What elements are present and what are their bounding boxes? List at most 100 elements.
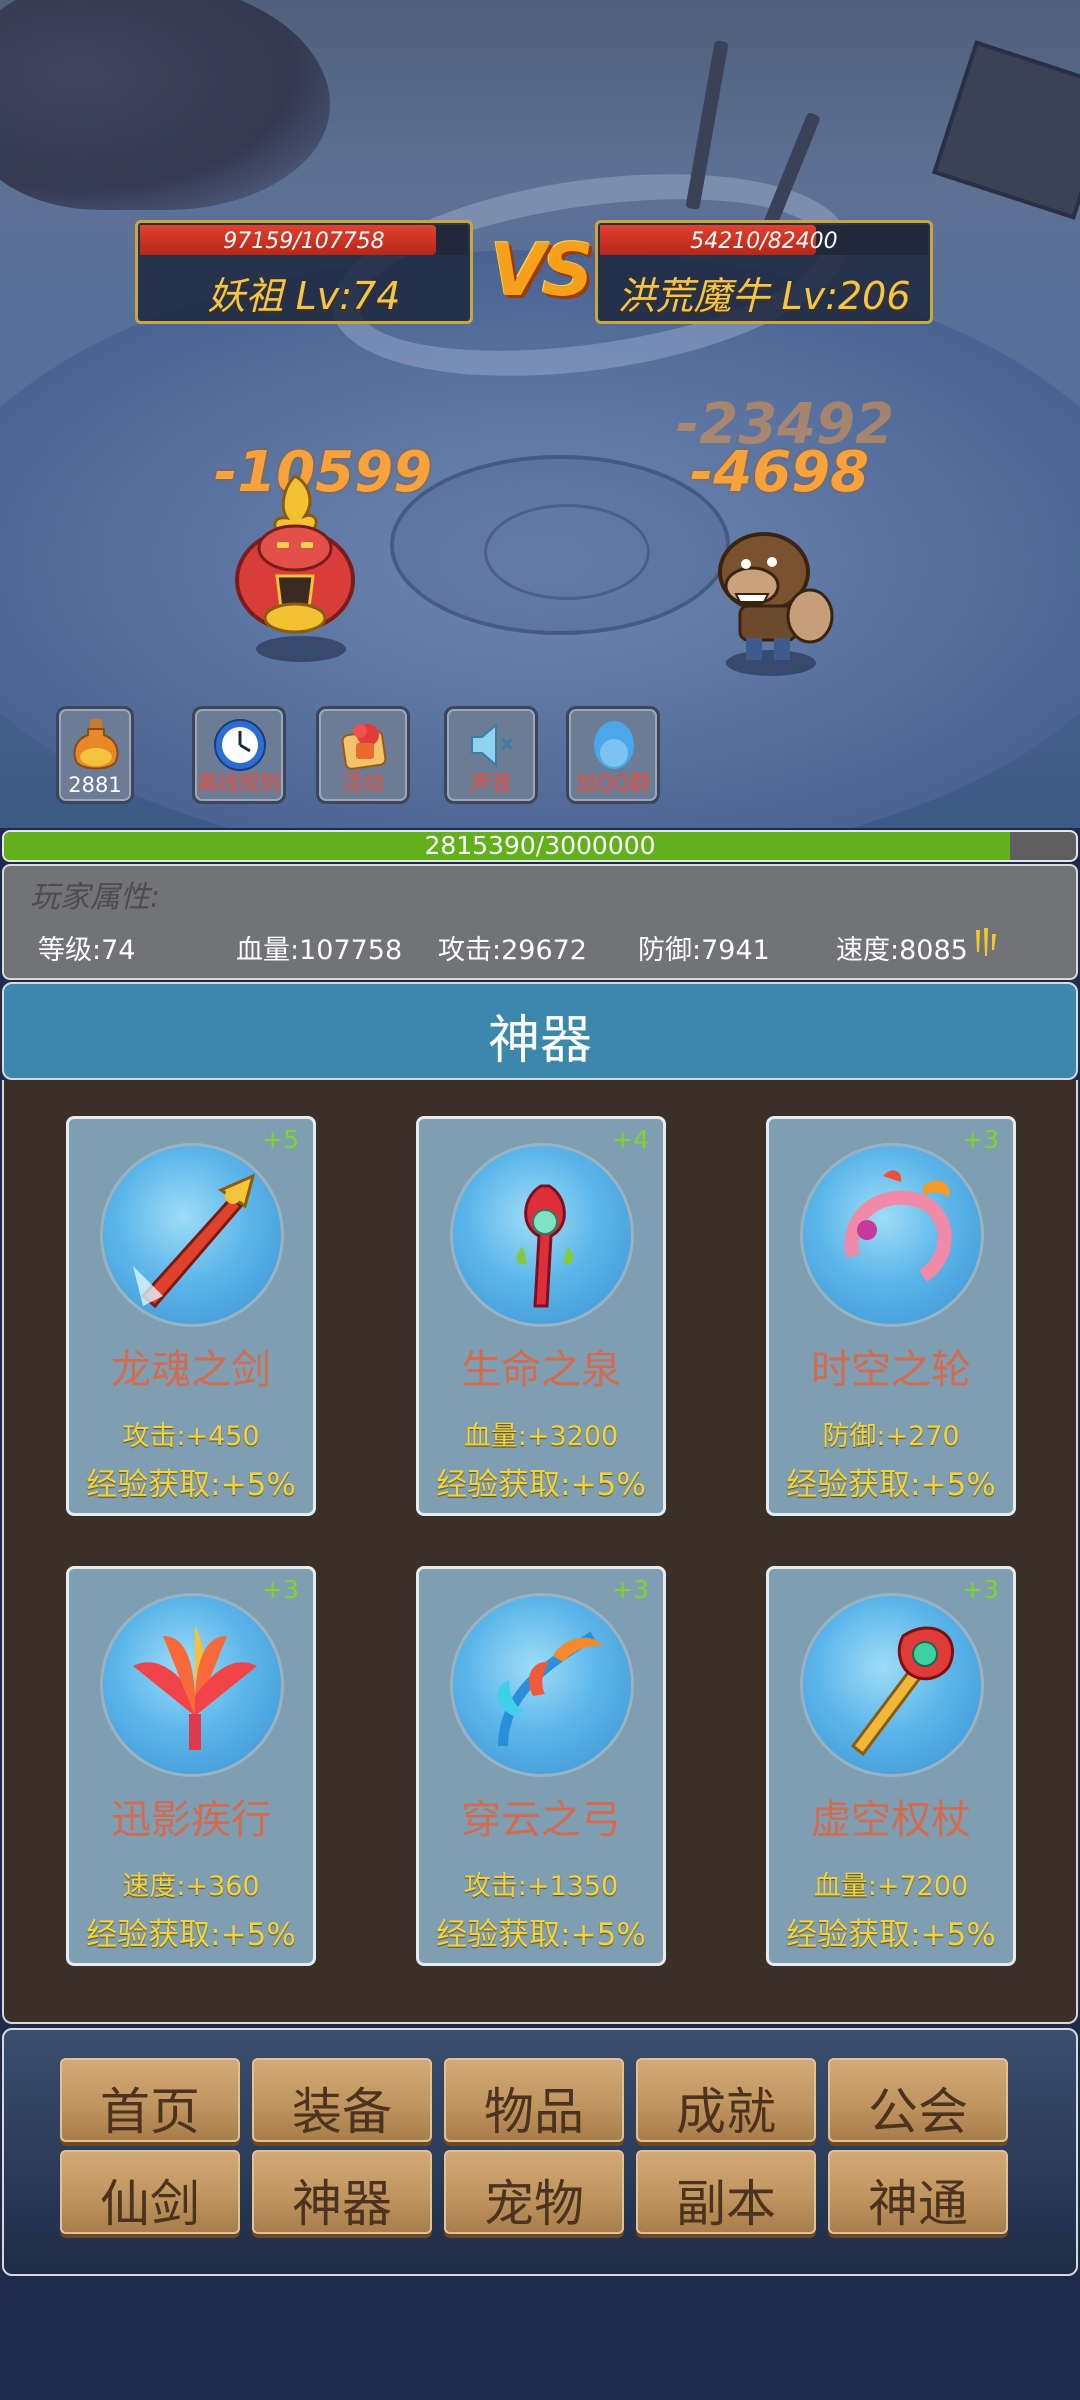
menu-divine-powers-label: 神通 — [868, 2175, 968, 2233]
artifact-card-cloud-piercing-bow[interactable]: +3 穿云之弓 攻击:+1350 经验获取:+5% — [416, 1566, 666, 1966]
artifact-stat: 攻击:+1350 — [463, 1871, 619, 1902]
clock-icon — [214, 719, 266, 771]
player-hp-panel: 97159/107758 妖祖 Lv:74 — [135, 220, 473, 324]
join-qq-group-label: 加QQ群 — [575, 771, 651, 795]
artifact-level: +3 — [262, 1575, 299, 1604]
enemy-damage-number: -4698 — [690, 440, 870, 505]
artifact-name: 虚空权杖 — [811, 1797, 971, 1843]
menu-dungeons[interactable]: 副本 — [636, 2150, 816, 2234]
artifact-stat: 防御:+270 — [822, 1421, 960, 1452]
speaker-mute-icon — [471, 722, 514, 768]
stat-defense: 防御:7941 — [638, 935, 770, 966]
menu-achievements[interactable]: 成就 — [636, 2058, 816, 2142]
sound-button[interactable]: 声音 — [444, 706, 538, 804]
stat-hp: 血量:107758 — [236, 935, 403, 966]
artifact-level: +3 — [612, 1575, 649, 1604]
menu-artifacts-label: 神器 — [292, 2175, 392, 2233]
artifact-section-title: 神器 — [487, 1011, 592, 1071]
sound-label: 声音 — [470, 771, 512, 795]
menu-dungeons-label: 副本 — [676, 2175, 776, 2233]
artifact-exp-bonus: 经验获取:+5% — [86, 1917, 296, 1953]
artifact-image — [450, 1593, 634, 1777]
menu-items[interactable]: 物品 — [444, 2058, 624, 2142]
artifact-exp-bonus: 经验获取:+5% — [786, 1467, 996, 1503]
artifact-section-header: 神器 — [2, 982, 1078, 1080]
menu-equipment[interactable]: 装备 — [252, 2058, 432, 2142]
taiji-floor-circle — [390, 455, 730, 635]
artifact-name: 龙魂之剑 — [111, 1347, 271, 1393]
menu-immortal-sword-label: 仙剑 — [100, 2175, 200, 2233]
potion-button[interactable]: 2881 — [56, 706, 134, 804]
potion-icon — [73, 719, 119, 770]
stat-attack: 攻击:29672 — [438, 935, 587, 966]
artifact-name: 迅影疾行 — [111, 1797, 271, 1843]
join-qq-group-button[interactable]: 加QQ群 — [566, 706, 660, 804]
activity-button[interactable]: 活动 — [316, 706, 410, 804]
menu-home-label: 首页 — [100, 2083, 200, 2141]
menu-home[interactable]: 首页 — [60, 2058, 240, 2142]
enemy-hp-bar: 54210/82400 — [600, 225, 928, 255]
artifact-stat: 血量:+3200 — [463, 1421, 619, 1452]
life-staff-icon — [516, 1184, 574, 1308]
artifact-level: +3 — [962, 1125, 999, 1154]
artifact-exp-bonus: 经验获取:+5% — [436, 1467, 646, 1503]
menu-divine-powers[interactable]: 神通 — [828, 2150, 1008, 2234]
speed-boost-icon — [976, 928, 996, 956]
player-hp-text: 97159/107758 — [223, 229, 385, 254]
artifact-card-dragon-soul-sword[interactable]: +5 龙魂之剑 攻击:+450 经验获取:+5% — [66, 1116, 316, 1516]
artifact-exp-bonus: 经验获取:+5% — [86, 1467, 296, 1503]
player-stats-panel: 玩家属性: 等级:74 血量:107758 攻击:29672 防御:7941 速… — [2, 864, 1078, 980]
artifact-exp-bonus: 经验获取:+5% — [786, 1917, 996, 1953]
menu-guild-label: 公会 — [868, 2083, 968, 2141]
artifact-name: 穿云之弓 — [461, 1797, 621, 1843]
artifact-image — [100, 1593, 284, 1777]
offline-rules-label: 离线规则 — [197, 771, 281, 795]
stat-level: 等级:74 — [38, 935, 136, 966]
potion-count: 2881 — [68, 773, 122, 797]
sword-icon — [133, 1173, 256, 1309]
artifact-image — [450, 1143, 634, 1327]
menu-immortal-sword[interactable]: 仙剑 — [60, 2150, 240, 2234]
artifact-card-void-scepter[interactable]: +3 虚空权杖 血量:+7200 经验获取:+5% — [766, 1566, 1016, 1966]
artifact-level: +3 — [962, 1575, 999, 1604]
bottom-menu: 首页 装备 物品 成就 公会 仙剑 神器 宠物 副本 神通 — [2, 2028, 1078, 2276]
battle-scene: 97159/107758 妖祖 Lv:74 VS 54210/82400 洪荒魔… — [0, 0, 1080, 828]
artifact-name: 生命之泉 — [461, 1347, 621, 1393]
artifact-image — [100, 1143, 284, 1327]
menu-guild[interactable]: 公会 — [828, 2058, 1008, 2142]
menu-pets[interactable]: 宠物 — [444, 2150, 624, 2234]
experience-bar: 2815390/3000000 — [2, 830, 1078, 862]
player-character — [235, 474, 355, 634]
artifact-stat: 血量:+7200 — [813, 1871, 969, 1902]
artifact-grid: +5 龙魂之剑 攻击:+450 经验获取:+5% +4 生命之泉 血量:+320… — [2, 1080, 1078, 2024]
artifact-card-swift-shadow[interactable]: +3 迅影疾行 速度:+360 经验获取:+5% — [66, 1566, 316, 1966]
enemy-hp-text: 54210/82400 — [690, 229, 838, 254]
player-stats-title: 玩家属性: — [30, 880, 161, 915]
vs-label: VS — [490, 228, 594, 312]
menu-equipment-label: 装备 — [292, 2083, 392, 2141]
artifact-image — [800, 1593, 984, 1777]
artifact-image — [800, 1143, 984, 1327]
menu-artifacts[interactable]: 神器 — [252, 2150, 432, 2234]
artifact-exp-bonus: 经验获取:+5% — [436, 1917, 646, 1953]
menu-achievements-label: 成就 — [676, 2083, 776, 2141]
stat-speed: 速度:8085 — [836, 935, 968, 966]
activity-label: 活动 — [342, 771, 384, 795]
artifact-card-wheel-of-time[interactable]: +3 时空之轮 防御:+270 经验获取:+5% — [766, 1116, 1016, 1516]
artifact-stat: 攻击:+450 — [122, 1421, 260, 1452]
broken-crate — [932, 40, 1080, 220]
experience-text: 2815390/3000000 — [424, 831, 656, 860]
qq-penguin-icon — [594, 721, 634, 769]
offline-rules-button[interactable]: 离线规则 — [192, 706, 286, 804]
dead-tree — [0, 0, 330, 210]
bow-icon — [497, 1631, 603, 1747]
artifact-stat: 速度:+360 — [122, 1871, 260, 1902]
game-screen: 97159/107758 妖祖 Lv:74 VS 54210/82400 洪荒魔… — [0, 0, 1080, 2400]
enemy-name: 洪荒魔牛 Lv:206 — [617, 274, 911, 318]
artifact-card-spring-of-life[interactable]: +4 生命之泉 血量:+3200 经验获取:+5% — [416, 1116, 666, 1516]
menu-items-label: 物品 — [484, 2083, 584, 2141]
gift-icon — [341, 724, 387, 770]
artifact-name: 时空之轮 — [811, 1347, 971, 1393]
player-hp-bar: 97159/107758 — [140, 225, 468, 255]
menu-pets-label: 宠物 — [484, 2175, 584, 2233]
